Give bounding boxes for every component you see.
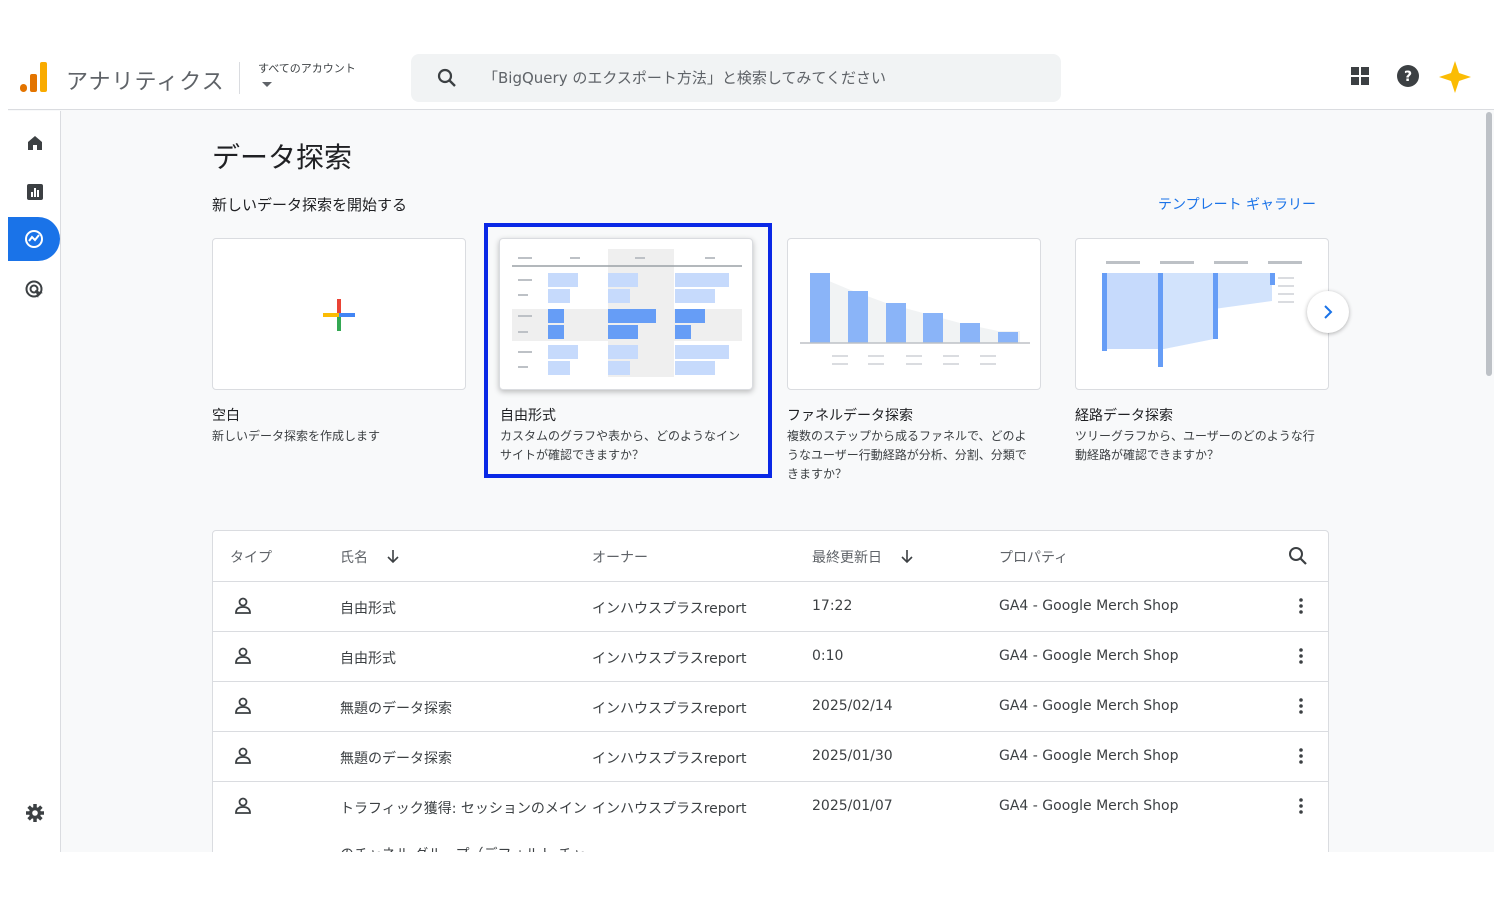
analytics-logo-icon[interactable]	[20, 62, 48, 92]
row-updated: 2025/01/30	[812, 748, 893, 764]
top-bar: アナリティクス すべてのアカウント ?	[8, 40, 1494, 110]
account-dropdown-caret-icon[interactable]	[262, 82, 272, 87]
more-vert-icon[interactable]	[1291, 596, 1311, 616]
template-title-funnel: ファネルデータ探索	[787, 408, 913, 424]
row-owner: インハウスプラスreport	[592, 751, 747, 767]
row-name[interactable]: 無題のデータ探索	[340, 698, 452, 718]
nav-advertising[interactable]	[8, 268, 61, 312]
sort-down-icon[interactable]	[899, 548, 915, 564]
person-icon	[235, 597, 251, 614]
section-label: 新しいデータ探索を開始する	[212, 196, 408, 214]
app-title: アナリティクス	[66, 70, 225, 95]
row-updated: 17:22	[812, 598, 853, 614]
path-illustration	[1102, 261, 1302, 367]
advertising-icon	[25, 280, 43, 298]
more-vert-icon[interactable]	[1291, 646, 1311, 666]
table-row[interactable]: 自由形式 インハウスプラスreport 0:10 GA4 - Google Me…	[213, 631, 1328, 681]
template-card-funnel[interactable]	[787, 238, 1041, 390]
left-nav	[8, 111, 61, 852]
home-icon	[27, 136, 42, 150]
explore-icon	[25, 230, 43, 248]
apps-grid-icon[interactable]	[1348, 64, 1372, 88]
search-bar[interactable]	[411, 54, 1061, 102]
funnel-illustration	[800, 273, 1030, 365]
template-title-path: 経路データ探索	[1075, 408, 1173, 424]
row-name[interactable]: 自由形式	[340, 648, 396, 668]
plus-icon	[323, 299, 355, 331]
person-icon	[235, 647, 251, 664]
search-input[interactable]	[483, 54, 1043, 102]
table-row[interactable]: 無題のデータ探索 インハウスプラスreport 2025/01/30 GA4 -…	[213, 731, 1328, 781]
row-owner: インハウスプラスreport	[592, 601, 747, 617]
row-name[interactable]: 無題のデータ探索	[340, 748, 452, 768]
row-property: GA4 - Google Merch Shop	[999, 798, 1179, 814]
row-owner: インハウスプラスreport	[592, 651, 747, 667]
nav-home[interactable]	[8, 121, 61, 165]
search-icon	[437, 68, 456, 87]
gemini-sparkle-icon[interactable]	[1438, 60, 1472, 94]
row-owner: インハウスプラスreport	[592, 801, 747, 817]
more-vert-icon[interactable]	[1291, 796, 1311, 816]
nav-settings[interactable]	[8, 791, 61, 835]
template-desc-funnel: 複数のステップから成るファネルで、どのようなユーザー行動経路が分析、分割、分類で…	[787, 429, 1027, 481]
person-icon	[235, 747, 251, 764]
column-header-type: タイプ	[230, 550, 272, 566]
sort-down-icon[interactable]	[385, 548, 401, 564]
account-selector-label[interactable]: すべてのアカウント	[258, 60, 356, 76]
scrollbar-thumb[interactable]	[1486, 112, 1492, 376]
app-frame: アナリティクス すべてのアカウント ?	[8, 40, 1494, 852]
row-name-continued[interactable]: のチャネル グループ（デフォルト チャ	[340, 844, 586, 852]
person-icon	[235, 697, 251, 714]
template-desc-path: ツリーグラフから、ユーザーのどのような行動経路が確認できますか？	[1075, 429, 1315, 462]
nav-reports[interactable]	[8, 170, 61, 214]
selection-highlight	[484, 223, 772, 478]
nav-explore[interactable]	[8, 217, 60, 261]
row-updated: 2025/02/14	[812, 698, 893, 714]
template-gallery-link[interactable]: テンプレート ギャラリー	[1158, 194, 1316, 214]
row-property: GA4 - Google Merch Shop	[999, 648, 1179, 664]
divider	[239, 62, 240, 94]
person-icon	[235, 797, 251, 814]
chevron-right-icon	[1324, 305, 1333, 319]
template-card-blank[interactable]	[212, 238, 466, 390]
row-name[interactable]: トラフィック獲得: セッションのメイン	[340, 798, 587, 818]
template-desc-blank: 新しいデータ探索を作成します	[212, 429, 381, 443]
explorations-table: タイプ 氏名 オーナー 最終更新日 プロパティ 自由形式 インハウスプラスrep…	[212, 530, 1329, 852]
template-title-blank: 空白	[212, 408, 240, 424]
column-header-property[interactable]: プロパティ	[999, 547, 1068, 567]
row-property: GA4 - Google Merch Shop	[999, 598, 1179, 614]
template-card-path[interactable]	[1075, 238, 1329, 390]
page-title: データ探索	[212, 141, 353, 174]
column-header-owner[interactable]: オーナー	[592, 547, 648, 567]
row-updated: 0:10	[812, 648, 844, 664]
row-name[interactable]: 自由形式	[340, 598, 396, 618]
help-icon[interactable]: ?	[1396, 64, 1420, 88]
reports-icon	[26, 184, 43, 200]
row-owner: インハウスプラスreport	[592, 701, 747, 717]
column-header-updated[interactable]: 最終更新日	[812, 547, 882, 567]
more-vert-icon[interactable]	[1291, 696, 1311, 716]
search-icon[interactable]	[1287, 545, 1309, 567]
row-property: GA4 - Google Merch Shop	[999, 748, 1179, 764]
carousel-next-button[interactable]	[1307, 291, 1349, 333]
table-row[interactable]: トラフィック獲得: セッションのメイン のチャネル グループ（デフォルト チャ …	[213, 781, 1328, 852]
more-vert-icon[interactable]	[1291, 746, 1311, 766]
settings-icon	[25, 804, 44, 822]
column-header-name[interactable]: 氏名	[340, 547, 368, 567]
svg-text:?: ?	[1404, 69, 1412, 85]
table-row[interactable]: 自由形式 インハウスプラスreport 17:22 GA4 - Google M…	[213, 581, 1328, 631]
row-updated: 2025/01/07	[812, 798, 893, 814]
table-row[interactable]: 無題のデータ探索 インハウスプラスreport 2025/02/14 GA4 -…	[213, 681, 1328, 731]
row-property: GA4 - Google Merch Shop	[999, 698, 1179, 714]
